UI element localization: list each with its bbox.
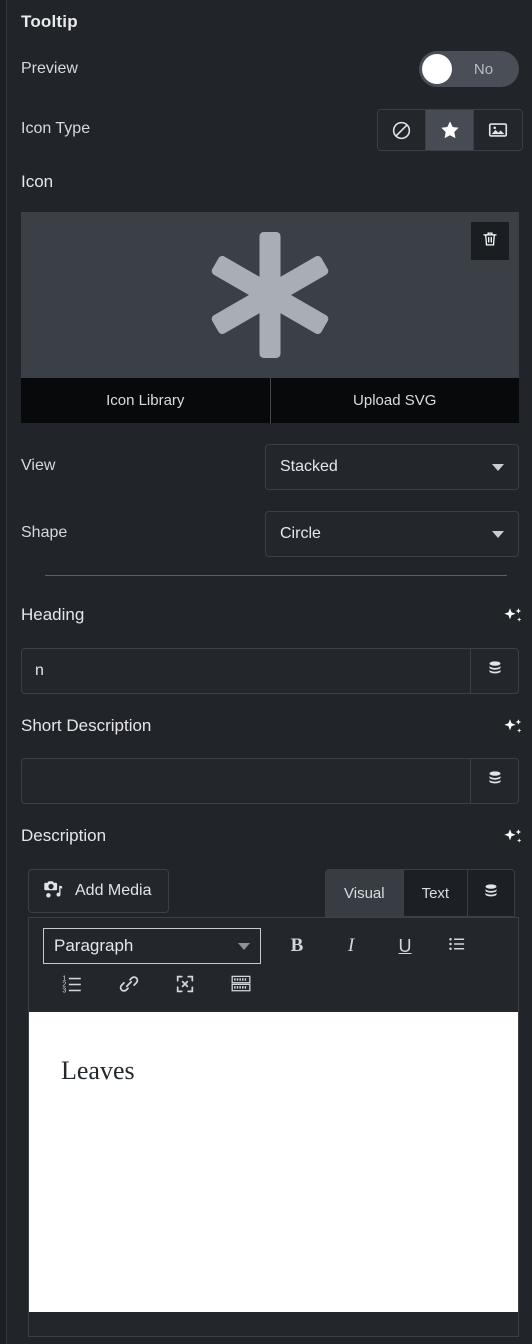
shape-select-value: Circle <box>280 525 321 542</box>
link-icon <box>118 973 140 1000</box>
view-label: View <box>21 457 56 474</box>
heading-dynamic-data-button[interactable] <box>470 649 518 693</box>
editor-toolbar-row-1: Paragraph B I U <box>35 926 512 966</box>
underline-button[interactable]: U <box>383 927 427 965</box>
toolbar-toggle-button[interactable] <box>219 967 263 1005</box>
editor-toolbar: Paragraph B I U 1 2 3 <box>29 918 518 1012</box>
tab-text[interactable]: Text <box>403 870 469 916</box>
bulleted-list-button[interactable] <box>435 927 479 965</box>
short-description-field <box>21 758 519 804</box>
shape-label: Shape <box>21 524 68 541</box>
media-icon <box>41 877 65 906</box>
heading-field <box>21 648 519 694</box>
chevron-down-icon <box>492 463 504 471</box>
short-description-label: Short Description <box>21 716 152 735</box>
add-media-button[interactable]: Add Media <box>28 869 169 913</box>
tab-visual[interactable]: Visual <box>326 870 404 916</box>
icon-preview-panel <box>21 212 519 378</box>
italic-icon: I <box>347 935 355 956</box>
icon-type-segmented-control <box>377 109 523 151</box>
short-description-input[interactable] <box>22 759 470 803</box>
image-icon <box>487 119 509 141</box>
paragraph-format-value: Paragraph <box>54 936 134 955</box>
editor-toolbar-row-2: 1 2 3 <box>35 966 512 1006</box>
short-description-dynamic-data-button[interactable] <box>470 759 518 803</box>
editor-paragraph: Leaves <box>61 1056 135 1085</box>
star-icon <box>439 119 461 141</box>
heading-input[interactable] <box>22 649 470 693</box>
delete-icon-button[interactable] <box>471 222 509 260</box>
toggle-state-label: No <box>473 60 494 78</box>
chevron-down-icon <box>238 942 250 950</box>
add-media-label: Add Media <box>75 882 152 899</box>
icon-type-label: Icon Type <box>21 120 91 137</box>
description-label: Description <box>21 826 107 845</box>
icon-type-option-icon[interactable] <box>426 110 474 150</box>
view-select-value: Stacked <box>280 458 338 475</box>
database-icon <box>482 882 500 905</box>
keyboard-icon <box>230 974 252 999</box>
section-divider <box>45 575 507 576</box>
sparkles-icon-description[interactable] <box>501 826 525 850</box>
icon-label: Icon <box>21 172 54 191</box>
italic-button[interactable]: I <box>329 927 373 965</box>
icon-type-option-none[interactable] <box>378 110 426 150</box>
bulleted-list-icon <box>447 934 467 959</box>
editor-mode-tabs: Visual Text <box>325 869 516 917</box>
asterisk-icon <box>21 212 519 378</box>
svg-text:3: 3 <box>62 987 66 994</box>
editor-content-area[interactable]: Leaves <box>29 1012 518 1312</box>
description-dynamic-data-button[interactable] <box>468 870 515 916</box>
upload-svg-button[interactable]: Upload SVG <box>271 378 520 423</box>
shape-select[interactable]: Circle <box>265 511 519 557</box>
sparkles-icon-heading[interactable] <box>501 605 525 629</box>
bold-button[interactable]: B <box>275 927 319 965</box>
insert-link-button[interactable] <box>107 967 151 1005</box>
toggle-knob <box>422 54 452 84</box>
heading-label: Heading <box>21 605 85 624</box>
description-editor: Paragraph B I U 1 2 3 Leaves <box>28 917 519 1337</box>
sparkles-icon-short-description[interactable] <box>501 716 525 740</box>
icon-type-option-image[interactable] <box>474 110 522 150</box>
panel-title: Tooltip <box>21 12 78 31</box>
numbered-list-icon: 1 2 3 <box>62 973 84 1000</box>
fullscreen-button[interactable] <box>163 967 207 1005</box>
none-icon <box>391 120 412 141</box>
preview-label: Preview <box>21 60 78 77</box>
underline-icon: U <box>398 935 412 956</box>
icon-library-button[interactable]: Icon Library <box>21 378 271 423</box>
view-select[interactable]: Stacked <box>265 444 519 490</box>
paragraph-format-select[interactable]: Paragraph <box>43 928 261 964</box>
preview-toggle[interactable]: No <box>419 51 519 87</box>
panel-edge-rail <box>0 0 7 1344</box>
numbered-list-button[interactable]: 1 2 3 <box>51 967 95 1005</box>
trash-icon <box>481 230 499 253</box>
expand-icon <box>174 973 196 1000</box>
database-icon <box>486 659 504 683</box>
tooltip-settings-panel: Tooltip Preview No Icon Type Icon Icon L… <box>0 0 532 1344</box>
bold-icon: B <box>290 935 304 956</box>
database-icon <box>486 769 504 793</box>
chevron-down-icon <box>492 530 504 538</box>
icon-action-bar: Icon Library Upload SVG <box>21 378 519 423</box>
